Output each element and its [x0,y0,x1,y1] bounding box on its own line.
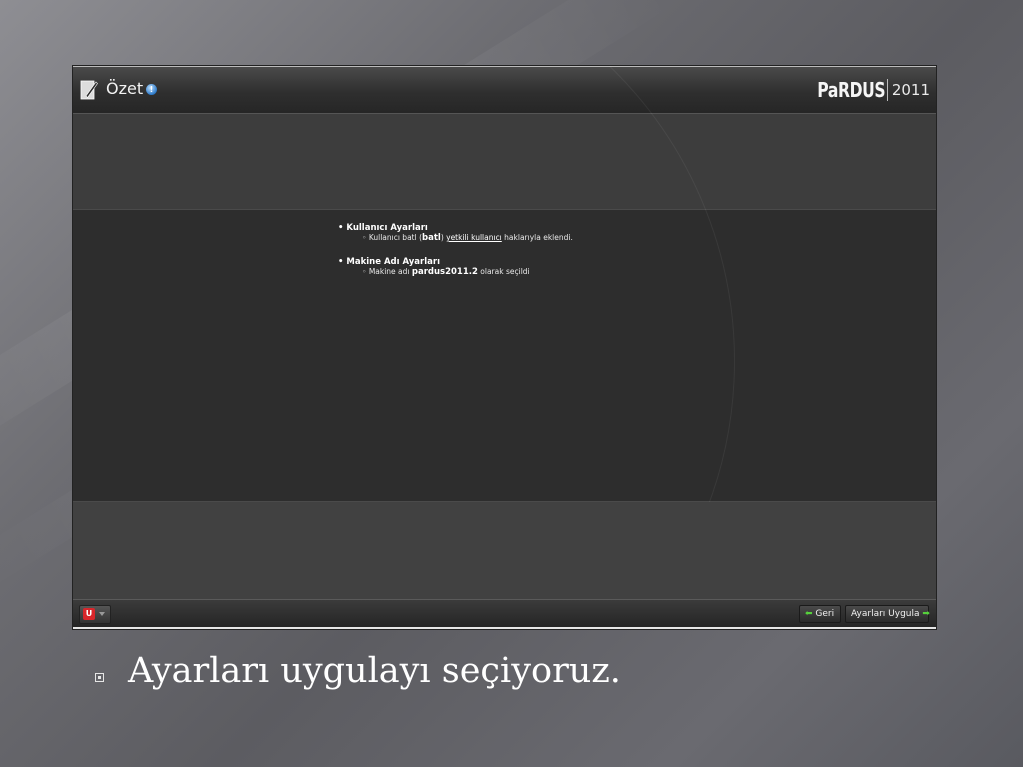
bottom-bar: U ⬅ Geri Ayarları Uygula ➡ [73,599,936,629]
hostname: pardus2011.2 [411,267,478,277]
page-title: Özet [106,79,144,98]
header-band [73,114,936,209]
slide-caption: Ayarları uygulayı seçiyoruz. [128,651,621,691]
summary-list: • Kullanıcı Ayarları ◦ Kullanıcı batl (b… [338,223,573,277]
section-user-settings: • Kullanıcı Ayarları [338,223,428,233]
system-menu-button[interactable]: U [79,605,111,624]
user-detail: ◦ Kullanıcı batl (batl) yetkili kullanıc… [362,233,573,243]
help-icon[interactable]: ! [146,84,157,95]
edit-page-icon [80,80,98,100]
apply-settings-button[interactable]: Ayarları Uygula ➡ [845,605,930,623]
back-button[interactable]: ⬅ Geri [799,605,841,623]
installer-window: Özet ! PaRDUS 2011 • Kullanıcı Ayarları … [73,66,936,629]
pardus-logo: PaRDUS [816,78,885,102]
summary-panel: • Kullanıcı Ayarları ◦ Kullanıcı batl (b… [73,66,936,629]
back-label: Geri [815,609,835,619]
authorized-user-link[interactable]: yetkili kullanıcı [446,233,502,242]
apply-label: Ayarları Uygula [851,609,920,619]
chevron-down-icon [99,612,105,616]
hostname-detail: ◦ Makine adı pardus2011.2 olarak seçildi [362,267,530,277]
footer-band [73,502,936,599]
brand-divider [886,79,888,101]
brand-year: 2011 [891,81,930,99]
section-heading: Kullanıcı Ayarları [346,223,428,233]
section-hostname-settings: • Makine Adı Ayarları [338,257,440,267]
title-bar: Özet ! PaRDUS 2011 [73,66,936,114]
username: batl [422,233,441,243]
brand: PaRDUS 2011 [798,78,930,102]
pardus-menu-icon: U [83,608,95,620]
section-heading: Makine Adı Ayarları [346,257,440,267]
arrow-right-icon: ➡ [922,609,930,619]
arrow-left-icon: ⬅ [805,609,813,619]
bullet-icon [95,673,104,682]
